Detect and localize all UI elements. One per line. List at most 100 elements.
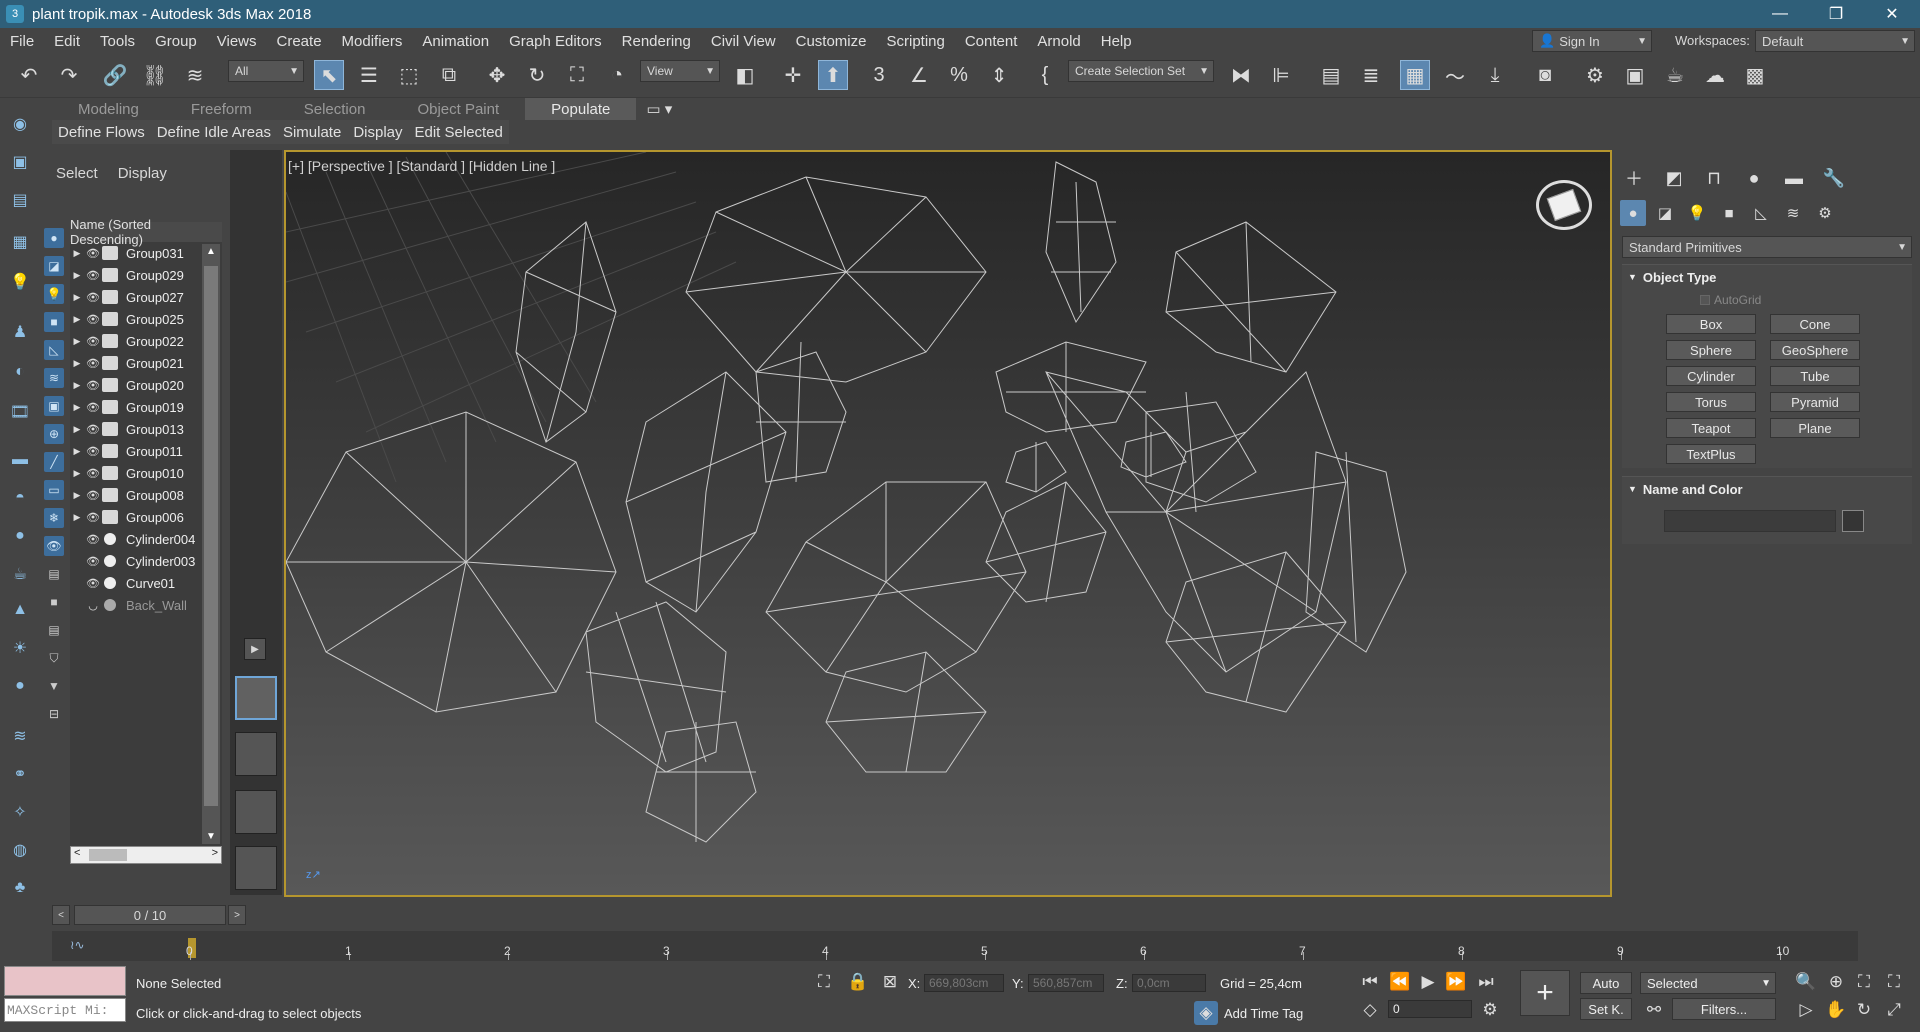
list-item[interactable]: ▶ 👁 Group019 bbox=[70, 396, 222, 418]
prev-frame-icon[interactable]: < bbox=[52, 905, 70, 925]
add-time-tag[interactable]: Add Time Tag bbox=[1224, 1006, 1303, 1021]
viewport-label[interactable]: [+] [Perspective ] [Standard ] [Hidden L… bbox=[288, 158, 555, 174]
sign-in-dropdown[interactable]: 👤 Sign In ▼ bbox=[1532, 30, 1652, 52]
sound-icon[interactable]: ◐ bbox=[8, 360, 32, 384]
scrollbar-thumb[interactable] bbox=[204, 266, 218, 806]
menu-graph-editors[interactable]: Graph Editors bbox=[499, 33, 612, 50]
eye-icon[interactable]: 👁 bbox=[84, 423, 102, 436]
render-production-icon[interactable]: ☕ bbox=[1660, 60, 1690, 90]
list-item[interactable]: ◡ Back_Wall bbox=[70, 594, 222, 616]
modify-tab-icon[interactable]: ◩ bbox=[1660, 166, 1688, 190]
undo-icon[interactable]: ↶ bbox=[14, 60, 44, 90]
menu-create[interactable]: Create bbox=[267, 33, 332, 50]
layout-single-3[interactable] bbox=[235, 846, 277, 890]
previous-frame-icon[interactable]: ⏪ bbox=[1388, 970, 1412, 994]
eye-icon[interactable]: 👁 bbox=[84, 291, 102, 304]
eye-icon[interactable]: 👁 bbox=[84, 445, 102, 458]
teapot-icon[interactable]: ☕ bbox=[8, 562, 32, 586]
select-children-icon[interactable]: ⊟ bbox=[44, 704, 64, 724]
render-in-cloud-icon[interactable]: ☁ bbox=[1700, 60, 1730, 90]
tube-button[interactable]: Tube bbox=[1770, 366, 1860, 386]
object-color-swatch[interactable] bbox=[1842, 510, 1864, 532]
go-to-end-icon[interactable]: ⏭ bbox=[1474, 970, 1498, 994]
globe-icon[interactable]: ◍ bbox=[8, 838, 32, 862]
go-to-start-icon[interactable]: ⏮ bbox=[1358, 970, 1382, 994]
current-frame-field[interactable]: 0 bbox=[1388, 1000, 1472, 1018]
link-icon[interactable]: 🔗 bbox=[100, 60, 130, 90]
filter-icon[interactable]: ▼ bbox=[44, 676, 64, 696]
display-shapes-icon[interactable]: ◪ bbox=[44, 256, 64, 276]
scroll-down-icon[interactable]: ▼ bbox=[206, 831, 216, 842]
y-coordinate-field[interactable]: 560,857cm bbox=[1028, 974, 1104, 992]
align-icon[interactable]: ⊫ bbox=[1266, 60, 1296, 90]
name-color-header[interactable]: ▼ Name and Color bbox=[1622, 477, 1912, 501]
expand-arrow-icon[interactable]: ▶ bbox=[70, 270, 84, 281]
eye-icon[interactable]: 👁 bbox=[84, 247, 102, 260]
zoom-all-icon[interactable]: ⊕ bbox=[1824, 970, 1848, 994]
torus-button[interactable]: Torus bbox=[1666, 392, 1756, 412]
hierarchy-tab-icon[interactable]: ⊓ bbox=[1700, 166, 1728, 190]
menu-tools[interactable]: Tools bbox=[90, 33, 145, 50]
expand-arrow-icon[interactable]: ▶ bbox=[70, 380, 84, 391]
track-bar[interactable] bbox=[52, 931, 1858, 961]
maxscript-listener-pink[interactable] bbox=[4, 966, 126, 996]
eye-icon[interactable]: 👁 bbox=[84, 533, 102, 546]
set-key-button[interactable]: Set K. bbox=[1580, 998, 1632, 1020]
object-name-field[interactable] bbox=[1664, 510, 1836, 532]
viewcube-icon[interactable] bbox=[1536, 180, 1592, 230]
display-icon[interactable]: ▦ bbox=[8, 230, 32, 254]
utilities-tab-icon[interactable]: 🔧 bbox=[1820, 166, 1848, 190]
reference-coordinate-dropdown[interactable]: View ▼ bbox=[640, 60, 720, 82]
absolute-mode-icon[interactable]: ⊠ bbox=[878, 970, 902, 994]
eye-icon[interactable]: 👁 bbox=[84, 379, 102, 392]
next-frame-icon[interactable]: > bbox=[228, 905, 246, 925]
window-crossing-icon[interactable]: ⧉ bbox=[434, 60, 464, 90]
spacewarps-icon[interactable]: ≋ bbox=[1780, 200, 1806, 226]
hidden-eye-icon[interactable]: ◡ bbox=[84, 599, 102, 612]
rotate-icon[interactable]: ↻ bbox=[522, 60, 552, 90]
scale-icon[interactable]: ⛶ bbox=[562, 60, 592, 90]
display-geometry-icon[interactable]: ● bbox=[44, 228, 64, 248]
key-filters-button[interactable]: Filters... bbox=[1672, 998, 1776, 1020]
expand-arrow-icon[interactable]: ▶ bbox=[70, 402, 84, 413]
textplus-button[interactable]: TextPlus bbox=[1666, 444, 1756, 464]
expand-arrow-icon[interactable]: ▶ bbox=[70, 336, 84, 347]
layout-split[interactable] bbox=[235, 790, 277, 834]
play-icon[interactable]: ▶ bbox=[1416, 970, 1440, 994]
list-item[interactable]: ▶ 👁 Group006 bbox=[70, 506, 222, 528]
tab-object-paint[interactable]: Object Paint bbox=[391, 98, 525, 120]
bind-spacewarp-icon[interactable]: ≋ bbox=[180, 60, 210, 90]
object-type-header[interactable]: ▼ Object Type bbox=[1622, 265, 1912, 289]
panel-define-idle-areas[interactable]: Define Idle Areas bbox=[151, 120, 277, 144]
scroll-up-icon[interactable]: ▲ bbox=[206, 246, 216, 257]
flow-icon[interactable]: ◉ bbox=[8, 112, 32, 136]
next-frame-icon[interactable]: ⏩ bbox=[1444, 970, 1468, 994]
pivot-center-icon[interactable]: ◧ bbox=[730, 60, 760, 90]
scene-list-scrollbar[interactable]: ▲ ▼ bbox=[202, 244, 220, 844]
time-slider[interactable]: 0 / 10 bbox=[74, 905, 226, 925]
tab-modeling[interactable]: Modeling bbox=[52, 98, 165, 120]
list-item[interactable]: ▶ 👁 Group010 bbox=[70, 462, 222, 484]
list-item[interactable]: ▶ 👁 Group027 bbox=[70, 286, 222, 308]
toggle-layer-explorer-icon[interactable]: ≣ bbox=[1356, 60, 1386, 90]
idle-area-icon[interactable]: ▣ bbox=[8, 150, 32, 174]
schematic-view-icon[interactable]: ⤓ bbox=[1480, 60, 1510, 90]
eye-icon[interactable]: 👁 bbox=[84, 269, 102, 282]
selection-lock-icon[interactable]: 🔒 bbox=[846, 970, 870, 994]
layout-single-2[interactable] bbox=[235, 732, 277, 776]
display-cameras-icon[interactable]: ■ bbox=[44, 312, 64, 332]
sun-icon[interactable]: ☀ bbox=[8, 636, 32, 660]
light-icon[interactable]: 💡 bbox=[8, 270, 32, 294]
field-of-view-icon[interactable]: ▷ bbox=[1794, 998, 1818, 1022]
menu-content[interactable]: Content bbox=[955, 33, 1028, 50]
display-tab-icon[interactable]: ▬ bbox=[1780, 166, 1808, 190]
scene-tab-select[interactable]: Select bbox=[56, 165, 98, 182]
display-hidden-icon[interactable]: 👁 bbox=[44, 536, 64, 556]
time-configuration-icon[interactable]: ⚙ bbox=[1478, 998, 1502, 1022]
filter-funnel-icon[interactable]: ⛉ bbox=[44, 648, 64, 668]
scene-tab-display[interactable]: Display bbox=[118, 165, 167, 182]
expand-arrow-icon[interactable]: ▶ bbox=[70, 490, 84, 501]
z-coordinate-field[interactable]: 0,0cm bbox=[1132, 974, 1206, 992]
display-groups-icon[interactable]: ▣ bbox=[44, 396, 64, 416]
list-item[interactable]: ▶ 👁 Group021 bbox=[70, 352, 222, 374]
